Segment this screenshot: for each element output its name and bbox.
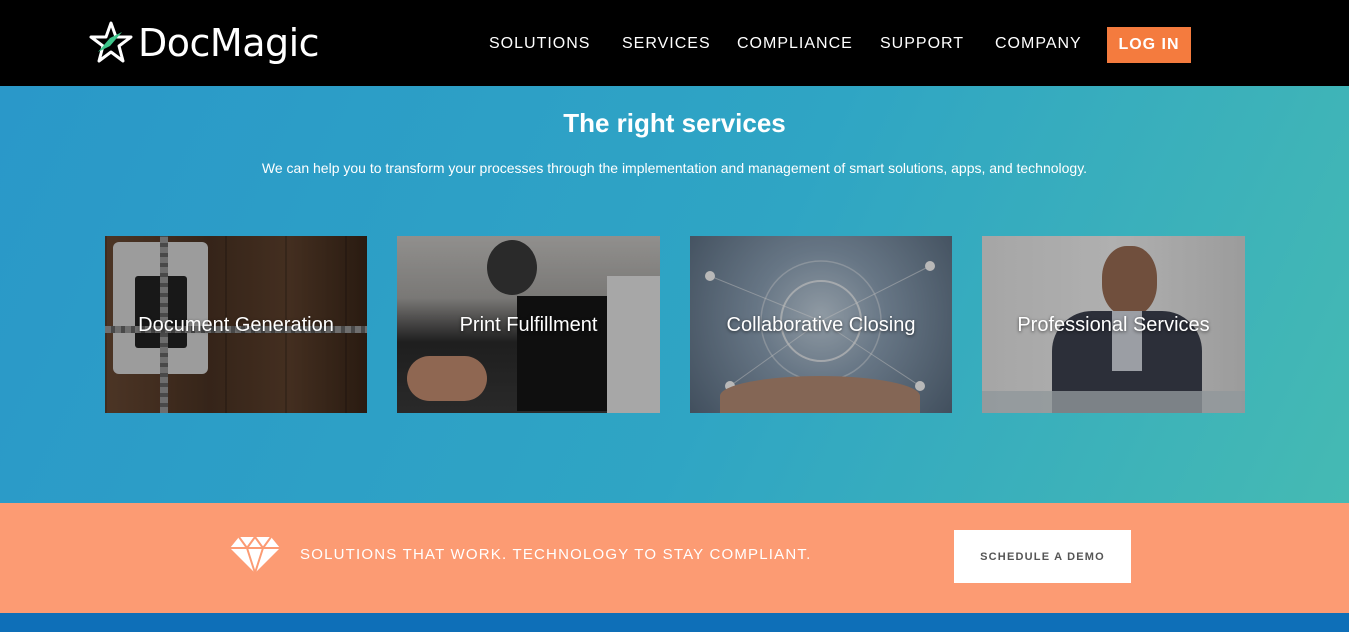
diamond-icon [230,535,280,575]
login-button[interactable]: LOG IN [1107,27,1191,63]
nav-services[interactable]: SERVICES [622,35,711,53]
section-subtitle: We can help you to transform your proces… [261,160,1088,176]
schedule-demo-button[interactable]: SCHEDULE A DEMO [954,530,1131,583]
card-label: Professional Services [1017,314,1210,336]
nav-company[interactable]: COMPANY [995,35,1082,53]
card-collaborative-closing[interactable]: Collaborative Closing [690,236,952,413]
section-title: The right services [563,108,786,138]
top-navigation: DocMagic SOLUTIONS SERVICES COMPLIANCE S… [0,0,1349,86]
card-print-fulfillment[interactable]: Print Fulfillment [397,236,660,413]
card-document-generation[interactable]: Document Generation [105,236,367,413]
nav-compliance[interactable]: COMPLIANCE [737,35,853,53]
star-logo-icon [89,21,133,63]
docmagic-logo[interactable]: DocMagic [88,18,320,68]
card-label: Document Generation [138,314,334,336]
card-label: Print Fulfillment [459,314,598,336]
brand-name: DocMagic [138,21,320,65]
card-professional-services[interactable]: Professional Services [982,236,1245,413]
nav-support[interactable]: SUPPORT [880,35,964,53]
card-label: Collaborative Closing [726,314,916,336]
nav-solutions[interactable]: SOLUTIONS [489,35,590,53]
footer-strip [0,613,1349,632]
cta-banner: SOLUTIONS THAT WORK. TECHNOLOGY TO STAY … [0,503,1349,613]
services-section: The right services We can help you to tr… [0,86,1349,503]
cta-tagline: SOLUTIONS THAT WORK. TECHNOLOGY TO STAY … [300,546,812,563]
